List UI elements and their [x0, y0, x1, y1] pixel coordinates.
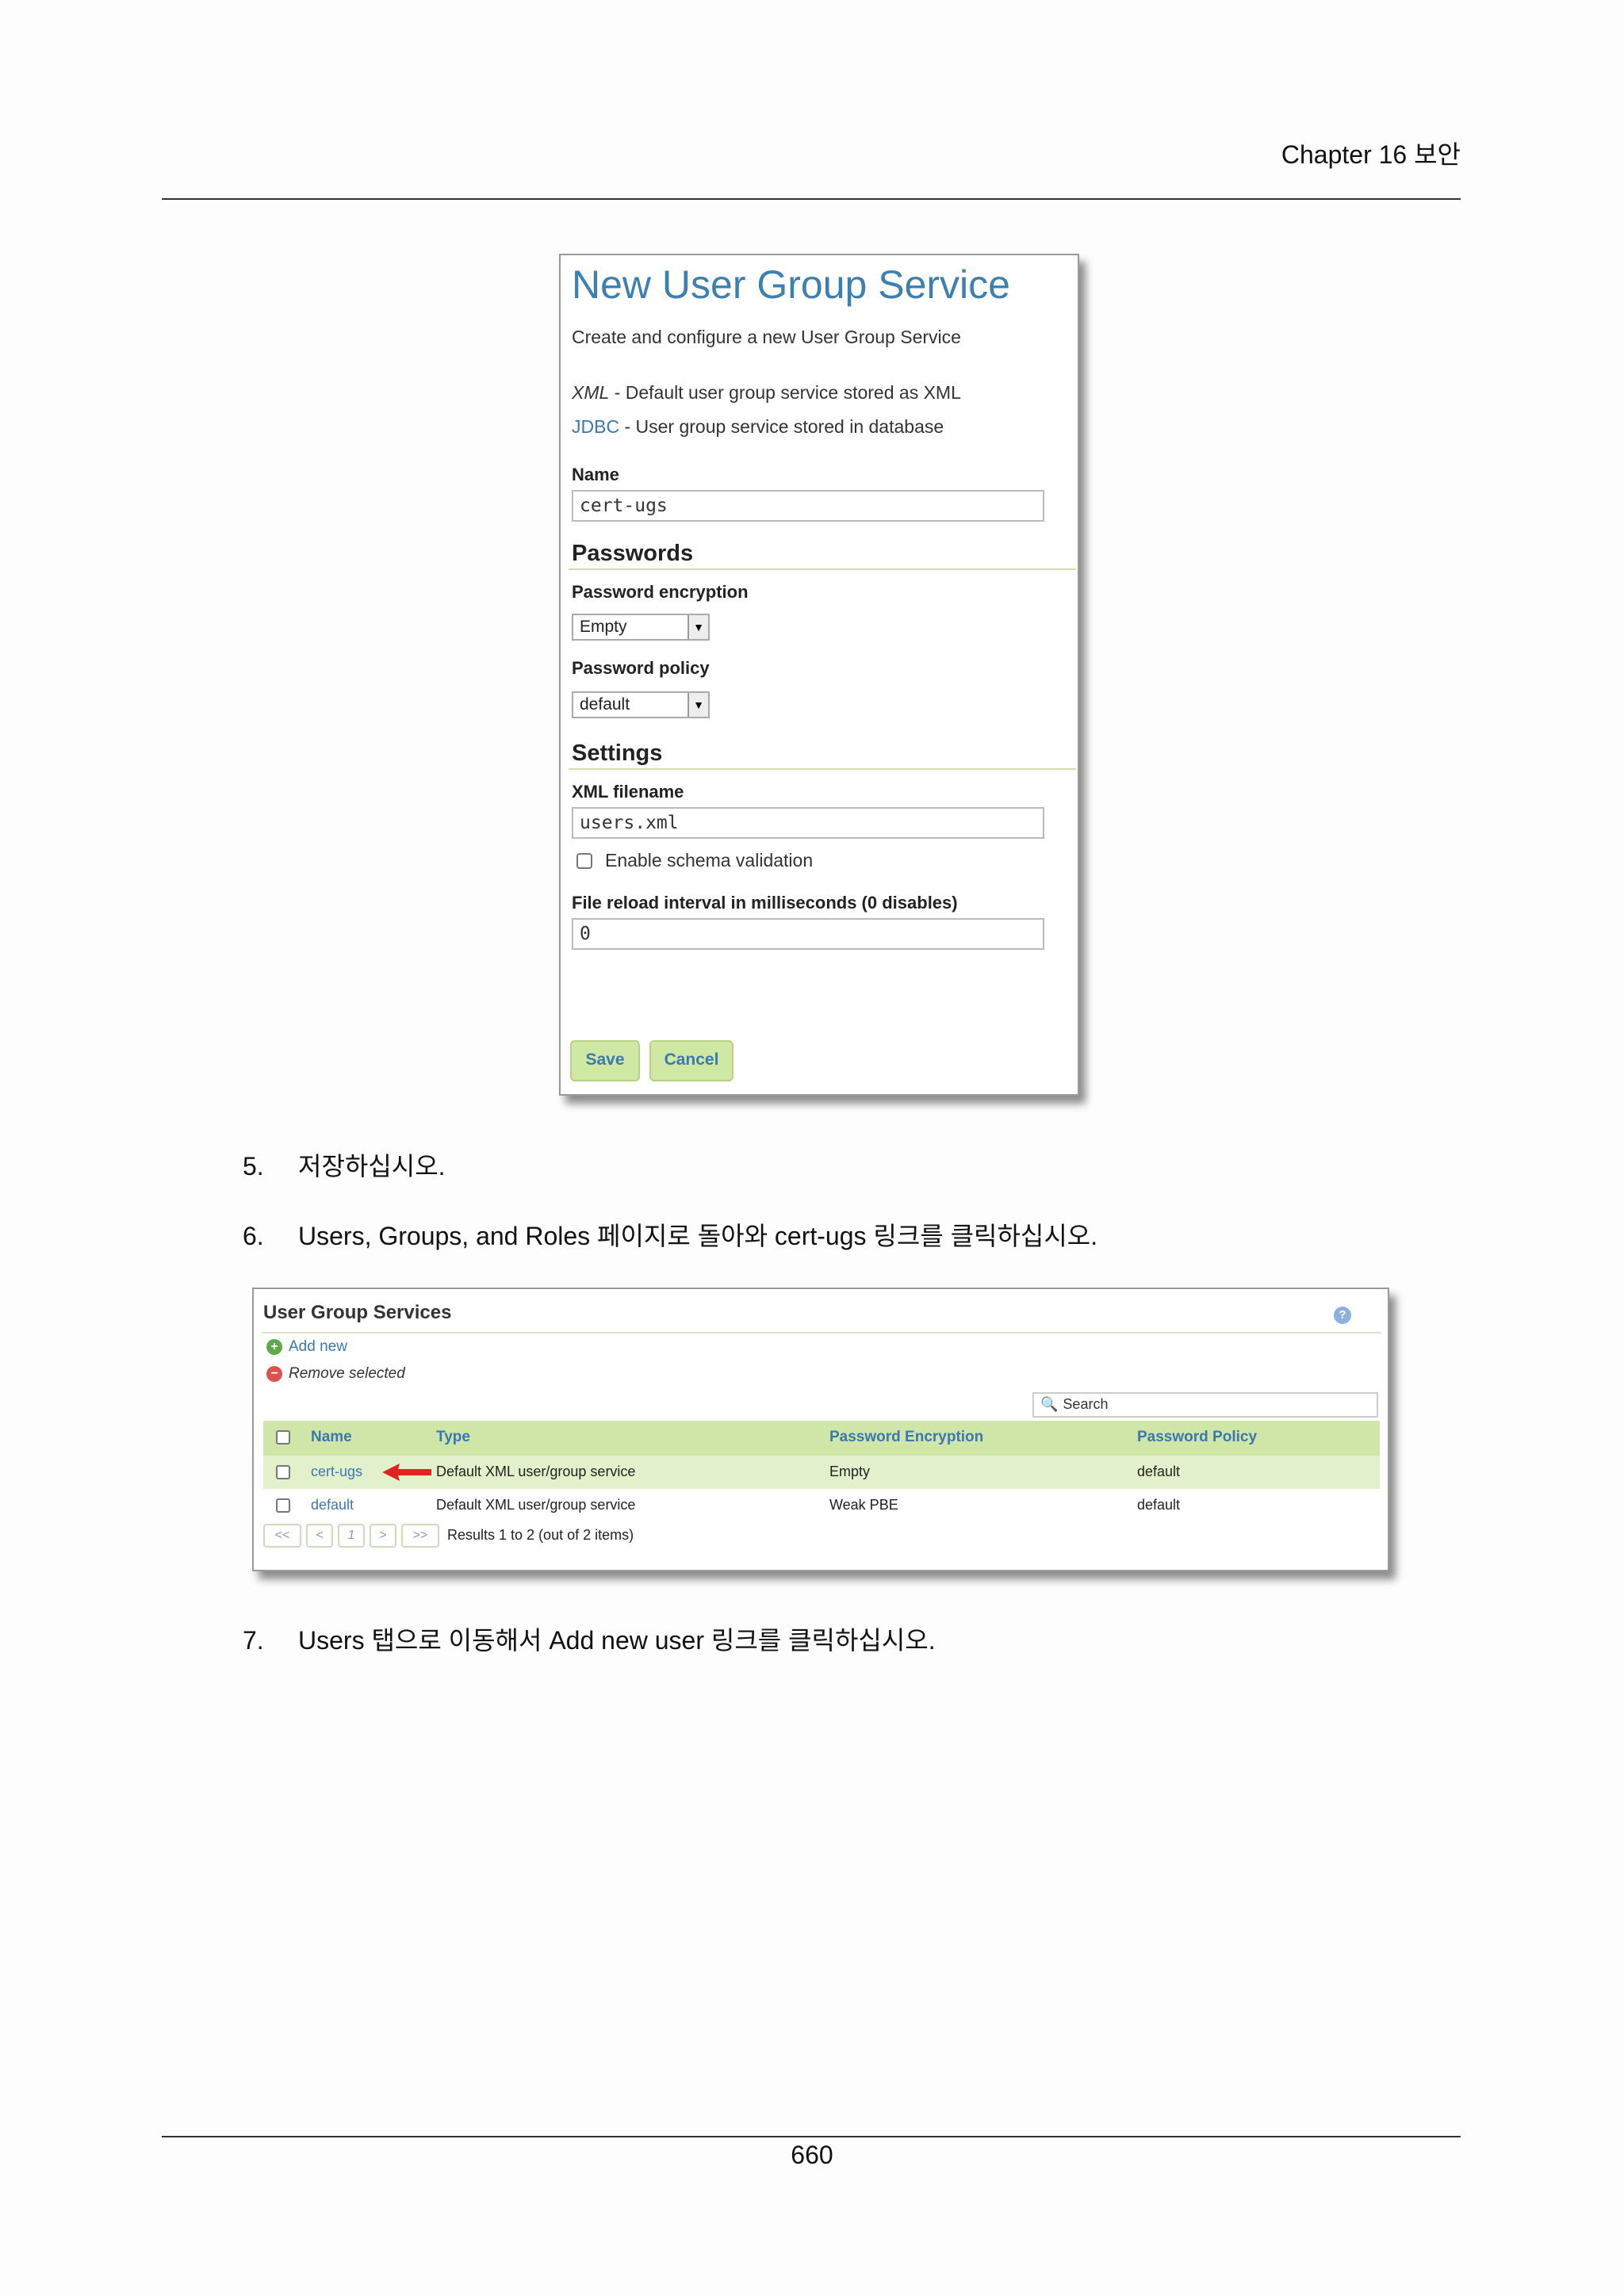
column-header-type[interactable]: Type	[436, 1429, 470, 1446]
password-policy-select[interactable]: default ▼	[572, 691, 710, 718]
minus-icon: −	[266, 1365, 282, 1382]
cancel-button[interactable]: Cancel	[649, 1040, 733, 1081]
first-page-button[interactable]: <<	[263, 1524, 301, 1548]
row-checkbox[interactable]	[276, 1498, 290, 1513]
step-text: Users, Groups, and Roles 페이지로 돌아와 cert-u…	[298, 1222, 1098, 1250]
row-checkbox[interactable]	[276, 1465, 290, 1479]
schema-validation-label: Enable schema validation	[605, 850, 814, 871]
search-placeholder: Search	[1063, 1396, 1109, 1412]
password-encryption-select[interactable]: Empty ▼	[572, 614, 710, 641]
panel-title: User Group Services	[263, 1302, 452, 1323]
xml-option-name: XML	[572, 382, 610, 403]
service-type: Default XML user/group service	[436, 1464, 636, 1479]
table-row: default Default XML user/group service W…	[263, 1489, 1380, 1522]
name-label: Name	[572, 465, 619, 484]
user-group-services-panel: User Group Services ? + Add new − Remove s…	[252, 1288, 1389, 1571]
page-number-button[interactable]: 1	[338, 1524, 365, 1548]
step-text: Users 탭으로 이동해서 Add new user 링크를 클릭하십시오.	[298, 1626, 936, 1655]
remove-selected-label: Remove selected	[289, 1365, 405, 1382]
step-5: 5. 저장하십시오.	[243, 1146, 446, 1183]
prev-page-button[interactable]: <	[306, 1524, 333, 1548]
jdbc-option: JDBC - User group service stored in data…	[572, 416, 944, 438]
header-rule	[162, 198, 1461, 200]
password-policy-value: default	[580, 695, 630, 714]
passwords-heading: Passwords	[569, 541, 1076, 570]
title-divider	[262, 1332, 1381, 1334]
step-6: 6. Users, Groups, and Roles 페이지로 돌아와 cert…	[243, 1216, 1097, 1253]
new-user-group-service-panel: New User Group Service Create and config…	[559, 254, 1079, 1096]
service-policy: default	[1137, 1464, 1181, 1479]
panel-title: New User Group Service	[572, 262, 1010, 307]
table-header: Name Type Password Encryption Password P…	[263, 1421, 1380, 1457]
service-name-link[interactable]: cert-ugs	[311, 1464, 362, 1480]
service-type: Default XML user/group service	[436, 1497, 636, 1513]
column-header-password-encryption[interactable]: Password Encryption	[829, 1429, 983, 1446]
service-encryption: Weak PBE	[829, 1497, 898, 1513]
jdbc-link[interactable]: JDBC	[572, 416, 619, 437]
remove-selected-link[interactable]: − Remove selected	[266, 1365, 405, 1383]
service-encryption: Empty	[829, 1464, 871, 1479]
password-encryption-label: Password encryption	[572, 582, 749, 602]
results-summary: Results 1 to 2 (out of 2 items)	[447, 1527, 634, 1543]
name-input[interactable]: cert-ugs	[572, 490, 1044, 522]
password-encryption-value: Empty	[580, 618, 627, 636]
xml-filename-input[interactable]: users.xml	[572, 807, 1044, 839]
step-7: 7. Users 탭으로 이동해서 Add new user 링크를 클릭하십시오…	[243, 1621, 936, 1657]
step-number: 7.	[243, 1626, 264, 1655]
next-page-button[interactable]: >	[370, 1524, 396, 1548]
jdbc-option-text: - User group service stored in database	[619, 416, 944, 437]
red-arrow-icon	[382, 1464, 431, 1481]
step-number: 5.	[243, 1152, 264, 1181]
help-icon[interactable]: ?	[1334, 1307, 1351, 1324]
add-new-link[interactable]: + Add new	[266, 1338, 347, 1356]
column-header-password-policy[interactable]: Password Policy	[1137, 1429, 1257, 1446]
chevron-down-icon: ▼	[688, 615, 708, 639]
chevron-down-icon: ▼	[688, 693, 708, 717]
table-row: cert-ugs Default XML user/group service …	[263, 1456, 1380, 1489]
xml-option: XML - Default user group service stored …	[572, 382, 961, 404]
add-new-label: Add new	[289, 1338, 347, 1355]
search-icon: 🔍	[1040, 1396, 1059, 1412]
service-policy: default	[1137, 1497, 1181, 1513]
step-number: 6.	[243, 1222, 264, 1250]
xml-filename-label: XML filename	[572, 782, 684, 802]
search-input[interactable]: 🔍 Search	[1032, 1392, 1378, 1418]
service-name-link[interactable]: default	[311, 1497, 354, 1513]
page-header: Chapter 16 보안	[1281, 140, 1461, 169]
page-number: 660	[791, 2141, 833, 2169]
select-all-checkbox[interactable]	[276, 1430, 290, 1445]
settings-heading: Settings	[569, 740, 1076, 770]
footer-rule	[162, 2136, 1461, 2137]
plus-icon: +	[266, 1338, 282, 1355]
column-header-name[interactable]: Name	[311, 1429, 352, 1446]
password-policy-label: Password policy	[572, 658, 710, 678]
save-button[interactable]: Save	[570, 1040, 640, 1081]
schema-validation-checkbox[interactable]	[576, 853, 592, 869]
xml-option-text: - Default user group service stored as X…	[609, 382, 961, 403]
last-page-button[interactable]: >>	[401, 1524, 439, 1548]
step-text: 저장하십시오.	[298, 1152, 446, 1181]
panel-description: Create and configure a new User Group Se…	[572, 327, 961, 347]
reload-interval-input[interactable]: 0	[572, 918, 1044, 950]
reload-interval-label: File reload interval in milliseconds (0 …	[572, 893, 958, 913]
